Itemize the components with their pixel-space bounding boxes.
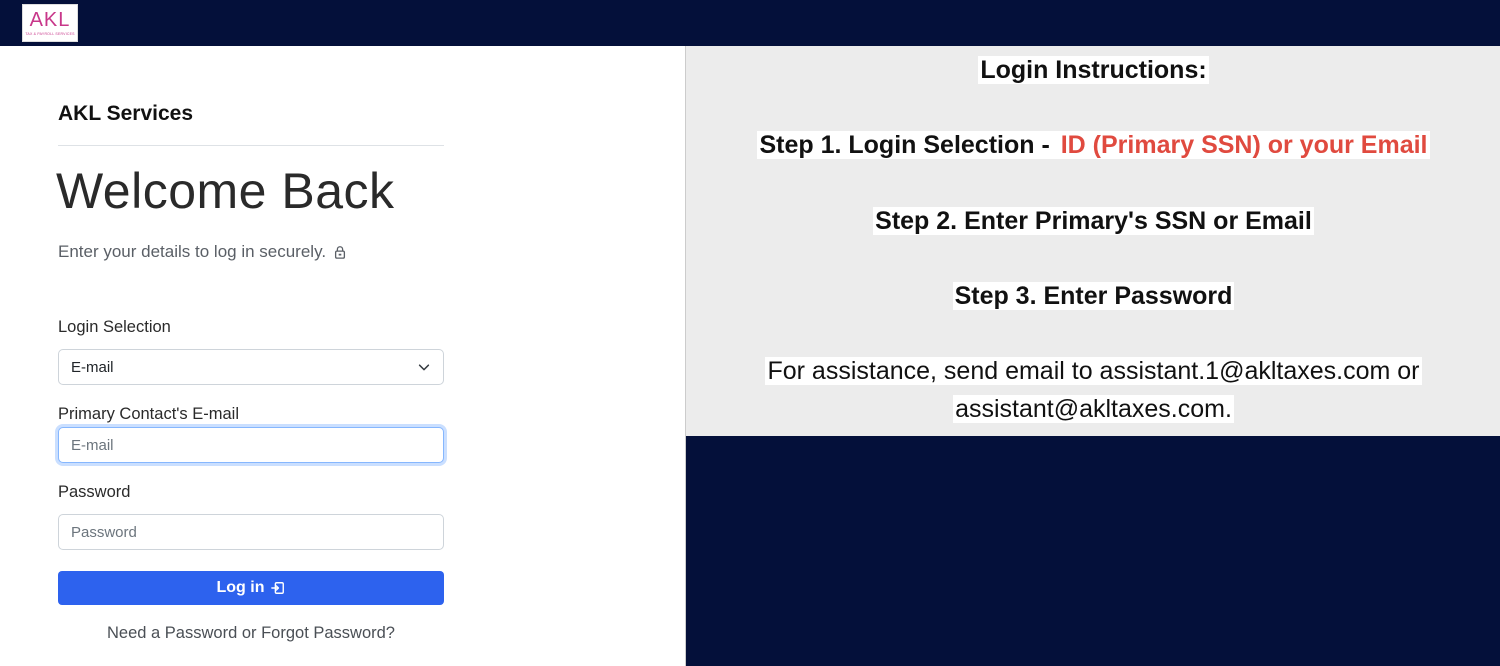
email-field[interactable] [58,427,444,463]
subtitle: Enter your details to log in securely. [58,242,347,262]
chevron-down-icon [418,364,430,371]
assistance-line-1: For assistance, send email to assistant.… [765,357,1422,385]
login-selection-value: E-mail [71,358,114,376]
step1-prefix: Step 1. Login Selection - [757,131,1059,159]
instructions-box: Login Instructions: Step 1. Login Select… [686,46,1500,436]
login-icon [271,582,285,594]
password-label: Password [58,483,131,501]
instructions-title: Login Instructions: [978,56,1209,84]
login-selection-label: Login Selection [58,318,171,336]
top-bar: AKL TAX & PAYROLL SERVICES [0,0,1500,46]
instruction-step-3: Step 3. Enter Password [952,282,1235,310]
akl-logo[interactable]: AKL TAX & PAYROLL SERVICES [22,4,78,42]
instruction-step-1: Step 1. Login Selection - ID (Primary SS… [686,131,1500,160]
login-panel: AKL Services Welcome Back Enter your det… [0,46,685,666]
instructions-panel: Login Instructions: Step 1. Login Select… [685,46,1500,666]
instruction-step-2: Step 2. Enter Primary's SSN or Email [873,207,1314,235]
login-button-label: Log in [216,579,265,596]
login-button[interactable]: Log in [58,571,444,605]
step1-highlight: ID (Primary SSN) or your Email [1058,131,1430,159]
divider [58,145,444,146]
logo-tagline: TAX & PAYROLL SERVICES [25,32,75,36]
brand-name: AKL Services [58,102,194,125]
lock-icon [335,246,346,259]
forgot-password-link[interactable]: Need a Password or Forgot Password? [58,624,444,643]
subtitle-text: Enter your details to log in securely. [58,242,327,261]
login-selection-select[interactable]: E-mail [58,349,444,385]
password-field[interactable] [58,514,444,550]
page-title: Welcome Back [56,163,395,219]
email-label: Primary Contact's E-mail [58,405,240,423]
assistance-line-2: assistant@akltaxes.com. [953,395,1234,423]
logo-mark: AKL [29,9,71,31]
